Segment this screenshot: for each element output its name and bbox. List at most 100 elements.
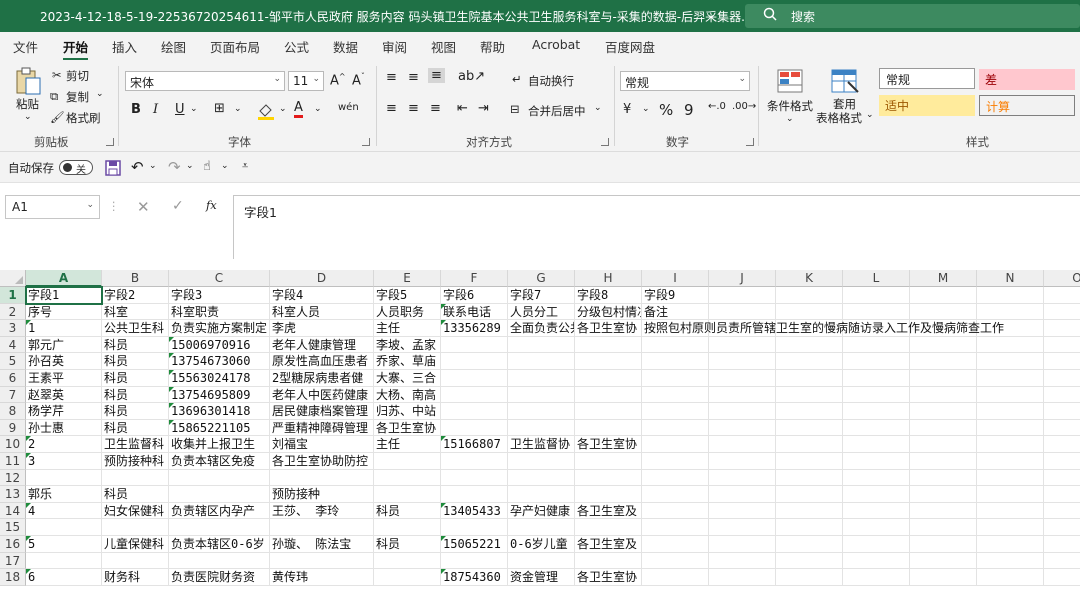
cell-f14[interactable]: 13405433 xyxy=(441,502,508,520)
cell-n16[interactable] xyxy=(977,536,1044,553)
underline-button[interactable]: U xyxy=(175,102,185,117)
cell-b7[interactable]: 科员 xyxy=(102,386,169,404)
cell-f4[interactable] xyxy=(441,336,508,354)
cell-d7[interactable]: 老年人中医药健康 xyxy=(270,386,374,404)
cell-i11[interactable] xyxy=(642,453,709,470)
cell-c14[interactable]: 负责辖区内孕产 xyxy=(169,502,270,520)
cell-k8[interactable] xyxy=(776,403,843,420)
cell-j17[interactable] xyxy=(709,552,776,570)
tab-baidu-netdisk[interactable]: 百度网盘 xyxy=(605,37,655,56)
cell-b12[interactable] xyxy=(102,469,169,487)
clipboard-launcher-icon[interactable] xyxy=(106,138,114,146)
row-header-12[interactable]: 12 xyxy=(0,469,26,487)
style-bad[interactable]: 差 xyxy=(979,69,1075,90)
cell-e4[interactable]: 李坡、孟家 xyxy=(374,336,441,354)
cell-c16[interactable]: 负责本辖区0-6岁 xyxy=(169,536,270,553)
cell-k4[interactable] xyxy=(776,336,843,354)
search-box[interactable]: 搜索 xyxy=(745,4,1080,28)
table-dropdown-icon[interactable]: ⌄ xyxy=(866,110,874,120)
cell-c3[interactable]: 负责实施方案制定 xyxy=(169,320,270,337)
cell-o5[interactable] xyxy=(1044,353,1080,370)
row-header-13[interactable]: 13 xyxy=(0,486,26,503)
touch-dropdown-icon[interactable]: ⌄ xyxy=(221,161,229,171)
format-as-table-icon[interactable] xyxy=(830,68,860,94)
cut-icon[interactable]: ✂ xyxy=(52,68,62,82)
cell-i5[interactable] xyxy=(642,353,709,370)
cell-l4[interactable] xyxy=(843,336,910,354)
cell-i9[interactable] xyxy=(642,419,709,437)
currency-icon[interactable]: ¥ xyxy=(623,102,631,117)
cell-o3[interactable] xyxy=(1044,320,1080,337)
cell-c15[interactable] xyxy=(169,519,270,536)
style-normal[interactable]: 常规 xyxy=(879,68,975,89)
column-header-m[interactable]: M xyxy=(910,270,977,287)
cell-k10[interactable] xyxy=(776,436,843,453)
cell-g12[interactable] xyxy=(508,469,575,487)
cell-g13[interactable] xyxy=(508,486,575,503)
cell-j2[interactable] xyxy=(709,303,776,321)
cell-b2[interactable]: 科室 xyxy=(102,303,169,321)
cell-e10[interactable]: 主任 xyxy=(374,436,441,453)
cell-j7[interactable] xyxy=(709,386,776,404)
currency-dropdown-icon[interactable]: ⌄ xyxy=(642,104,650,114)
cell-b4[interactable]: 科员 xyxy=(102,336,169,354)
cell-b5[interactable]: 科员 xyxy=(102,353,169,370)
cell-l9[interactable] xyxy=(843,419,910,437)
autosave-toggle[interactable]: 关 xyxy=(59,160,93,176)
insert-function-icon[interactable]: fx xyxy=(206,198,217,212)
cell-a11[interactable]: 3 xyxy=(26,453,102,470)
cell-g6[interactable] xyxy=(508,370,575,387)
cell-d8[interactable]: 居民健康档案管理 xyxy=(270,403,374,420)
cell-a9[interactable]: 孙士惠 xyxy=(26,419,102,437)
customize-qat-icon[interactable]: ⩡ xyxy=(242,159,248,173)
cell-e9[interactable]: 各卫生室协 xyxy=(374,419,441,437)
cell-e11[interactable] xyxy=(374,453,441,470)
cell-l12[interactable] xyxy=(843,469,910,487)
cell-i3[interactable]: 按照包村原则员责所管辖卫生室的慢病随访录入工作及慢病筛查工作 xyxy=(642,320,1004,337)
align-bottom-icon[interactable]: ≡ xyxy=(428,68,445,83)
cell-i6[interactable] xyxy=(642,370,709,387)
cell-f16[interactable]: 15065221 xyxy=(441,536,508,553)
cell-b13[interactable]: 科员 xyxy=(102,486,169,503)
cell-d17[interactable] xyxy=(270,552,374,570)
merge-icon[interactable]: ⊟ xyxy=(510,102,520,116)
style-neutral[interactable]: 适中 xyxy=(879,95,975,116)
cell-e16[interactable]: 科员 xyxy=(374,536,441,553)
cell-h1[interactable]: 字段8 xyxy=(575,287,642,304)
cell-m12[interactable] xyxy=(910,469,977,487)
cell-n14[interactable] xyxy=(977,502,1044,520)
comma-style-button[interactable]: 9 xyxy=(684,101,694,119)
cell-d10[interactable]: 刘福宝 xyxy=(270,436,374,453)
cell-o2[interactable] xyxy=(1044,304,1080,321)
cell-l11[interactable] xyxy=(843,453,910,470)
conditional-format-icon[interactable] xyxy=(776,68,804,94)
cell-f12[interactable] xyxy=(441,469,508,487)
cell-i2[interactable]: 备注 xyxy=(642,303,709,321)
number-launcher-icon[interactable] xyxy=(746,138,754,146)
cell-n9[interactable] xyxy=(977,419,1044,437)
cell-h12[interactable] xyxy=(575,469,642,487)
cell-m17[interactable] xyxy=(910,552,977,570)
cell-l16[interactable] xyxy=(843,536,910,553)
cell-a1[interactable]: 字段1 xyxy=(25,286,103,305)
row-header-2[interactable]: 2 xyxy=(0,303,26,321)
cell-n11[interactable] xyxy=(977,453,1044,470)
cell-b18[interactable]: 财务科 xyxy=(102,569,169,586)
cell-n6[interactable] xyxy=(977,370,1044,387)
cell-a10[interactable]: 2 xyxy=(26,436,102,453)
cell-f7[interactable] xyxy=(441,386,508,404)
cell-m13[interactable] xyxy=(910,486,977,503)
row-header-6[interactable]: 6 xyxy=(0,370,26,387)
column-header-f[interactable]: F xyxy=(441,270,508,287)
cell-n18[interactable] xyxy=(977,569,1044,586)
column-header-h[interactable]: H xyxy=(575,270,642,287)
cell-i14[interactable] xyxy=(642,502,709,520)
column-header-b[interactable]: B xyxy=(102,270,169,287)
cancel-icon[interactable]: ✕ xyxy=(137,198,150,216)
cell-n8[interactable] xyxy=(977,403,1044,420)
undo-dropdown-icon[interactable]: ⌄ xyxy=(149,161,157,171)
cell-a17[interactable] xyxy=(26,552,102,570)
wrap-text-button[interactable]: 自动换行 xyxy=(528,73,574,89)
cell-m4[interactable] xyxy=(910,336,977,354)
cell-k17[interactable] xyxy=(776,552,843,570)
